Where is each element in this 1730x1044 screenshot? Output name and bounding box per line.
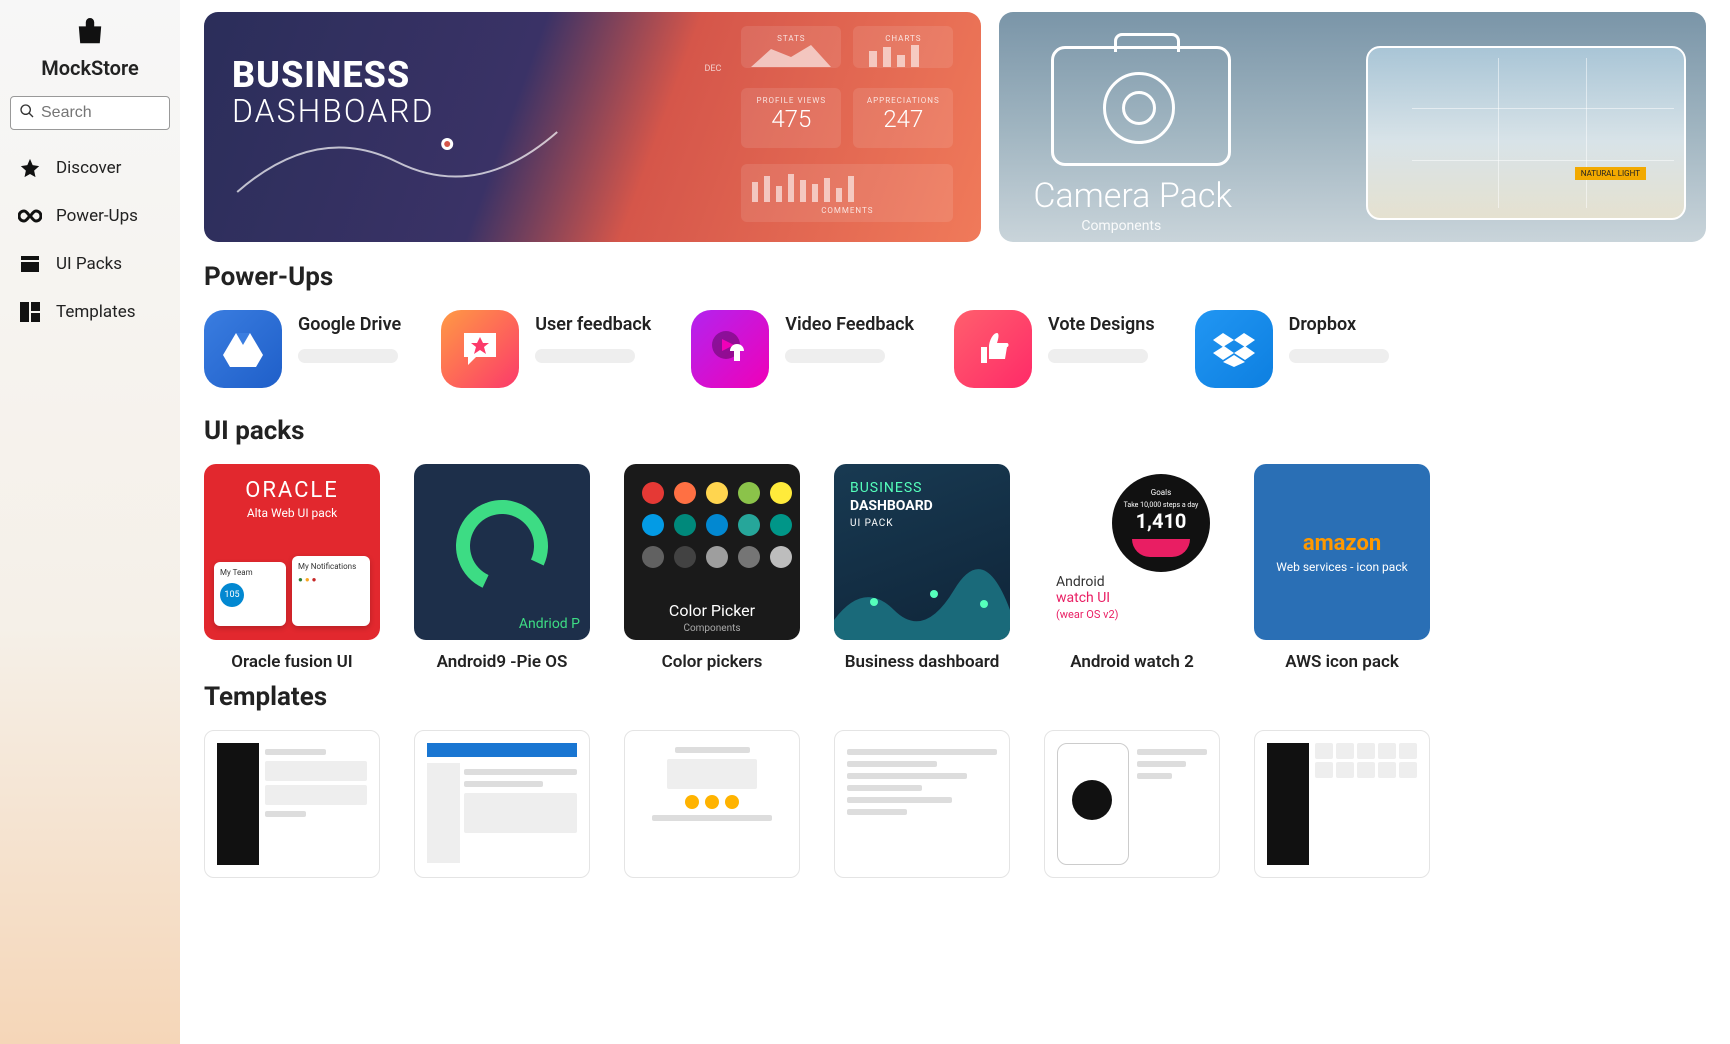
phone-mockup: NATURAL LIGHT xyxy=(1366,46,1686,220)
pack-thumbnail: ORACLE Alta Web UI pack My Team105 My No… xyxy=(204,464,380,640)
pack-android-pie[interactable]: Andriod P Android9 -Pie OS xyxy=(414,464,590,672)
hero-camera-pack[interactable]: Camera Pack Components NATURAL LIGHT xyxy=(999,12,1706,242)
nav-label: Power-Ups xyxy=(56,206,138,226)
natural-light-tag: NATURAL LIGHT xyxy=(1575,167,1646,180)
sidebar: MockStore Discover Power-Ups UI Packs Te… xyxy=(0,0,180,1044)
pack-oracle[interactable]: ORACLE Alta Web UI pack My Team105 My No… xyxy=(204,464,380,672)
section-title-powerups: Power-Ups xyxy=(204,262,1706,292)
section-title-templates: Templates xyxy=(204,682,1706,712)
pack-thumbnail: BUSINESS DASHBOARD UI PACK xyxy=(834,464,1010,640)
pack-business-dashboard[interactable]: BUSINESS DASHBOARD UI PACK Business dash… xyxy=(834,464,1010,672)
progress-bar xyxy=(1048,349,1148,363)
pack-aws[interactable]: amazon Web services - icon pack AWS icon… xyxy=(1254,464,1430,672)
powerup-dropbox[interactable]: Dropbox xyxy=(1195,310,1389,388)
shopping-bag-icon xyxy=(72,18,108,50)
camera-lens-icon xyxy=(1103,72,1175,144)
pack-thumbnail: amazon Web services - icon pack xyxy=(1254,464,1430,640)
stats-label: STATS xyxy=(751,34,831,43)
search-input[interactable] xyxy=(41,104,161,122)
powerup-name: Dropbox xyxy=(1289,314,1389,335)
main-content: BUSINESS DASHBOARD STATS CHARTS PROFILE … xyxy=(180,0,1730,1044)
powerup-name: User feedback xyxy=(535,314,651,335)
nav-label: Templates xyxy=(56,302,136,322)
section-title-uipacks: UI packs xyxy=(204,416,1706,446)
star-icon xyxy=(18,156,42,180)
powerups-list: Google Drive User feedback Video Feedbac… xyxy=(204,310,1706,388)
pack-title: Oracle fusion UI xyxy=(204,652,380,672)
powerup-user-feedback[interactable]: User feedback xyxy=(441,310,651,388)
hero-title-1: BUSINESS xyxy=(232,54,410,96)
templates-grid xyxy=(204,730,1706,878)
template-card[interactable] xyxy=(1254,730,1430,878)
charts-label: CHARTS xyxy=(863,34,943,43)
nav-uipacks[interactable]: UI Packs xyxy=(0,240,180,288)
pack-title: Android watch 2 xyxy=(1044,652,1220,672)
pack-android-watch[interactable]: GoalsTake 10,000 steps a day1,410 Androi… xyxy=(1044,464,1220,672)
powerup-name: Vote Designs xyxy=(1048,314,1155,335)
hero-camera-subtitle: Components xyxy=(1081,218,1161,234)
search-box[interactable] xyxy=(10,96,170,130)
hero-business-dashboard[interactable]: BUSINESS DASHBOARD STATS CHARTS PROFILE … xyxy=(204,12,981,242)
thumbs-up-icon xyxy=(954,310,1032,388)
uipacks-grid: ORACLE Alta Web UI pack My Team105 My No… xyxy=(204,464,1706,672)
pack-thumbnail: Color Picker Components xyxy=(624,464,800,640)
infinity-icon xyxy=(18,204,42,228)
nav-discover[interactable]: Discover xyxy=(0,144,180,192)
powerup-video-feedback[interactable]: Video Feedback xyxy=(691,310,914,388)
feedback-icon xyxy=(441,310,519,388)
google-drive-icon xyxy=(204,310,282,388)
progress-bar xyxy=(298,349,398,363)
template-card[interactable] xyxy=(834,730,1010,878)
template-card[interactable] xyxy=(414,730,590,878)
progress-bar xyxy=(1289,349,1389,363)
powerup-vote-designs[interactable]: Vote Designs xyxy=(954,310,1155,388)
powerup-google-drive[interactable]: Google Drive xyxy=(204,310,401,388)
pack-thumbnail: GoalsTake 10,000 steps a day1,410 Androi… xyxy=(1044,464,1220,640)
comments-label: COMMENTS xyxy=(751,206,943,215)
pack-thumbnail: Andriod P xyxy=(414,464,590,640)
hero-camera-title: Camera Pack xyxy=(1033,176,1232,216)
progress-bar xyxy=(535,349,635,363)
pack-title: Android9 -Pie OS xyxy=(414,652,590,672)
progress-bar xyxy=(785,349,885,363)
template-card[interactable] xyxy=(624,730,800,878)
profile-views-value: 475 xyxy=(751,105,831,133)
powerup-name: Google Drive xyxy=(298,314,401,335)
app-name: MockStore xyxy=(41,56,139,80)
grid-icon xyxy=(18,300,42,324)
dec-label: DEC xyxy=(704,64,721,74)
appreciations-value: 247 xyxy=(863,105,943,133)
pack-color-pickers[interactable]: Color Picker Components Color pickers xyxy=(624,464,800,672)
profile-views-label: PROFILE VIEWS xyxy=(751,96,831,105)
video-icon xyxy=(691,310,769,388)
dropbox-icon xyxy=(1195,310,1273,388)
stack-icon xyxy=(18,252,42,276)
pack-title: Color pickers xyxy=(624,652,800,672)
app-logo[interactable]: MockStore xyxy=(0,18,180,80)
nav-label: Discover xyxy=(56,158,121,178)
template-card[interactable] xyxy=(1044,730,1220,878)
pack-title: Business dashboard xyxy=(834,652,1010,672)
pack-title: AWS icon pack xyxy=(1254,652,1430,672)
nav-label: UI Packs xyxy=(56,254,122,274)
nav-templates[interactable]: Templates xyxy=(0,288,180,336)
powerup-name: Video Feedback xyxy=(785,314,914,335)
appreciations-label: APPRECIATIONS xyxy=(863,96,943,105)
search-icon xyxy=(19,103,35,123)
template-card[interactable] xyxy=(204,730,380,878)
nav-powerups[interactable]: Power-Ups xyxy=(0,192,180,240)
